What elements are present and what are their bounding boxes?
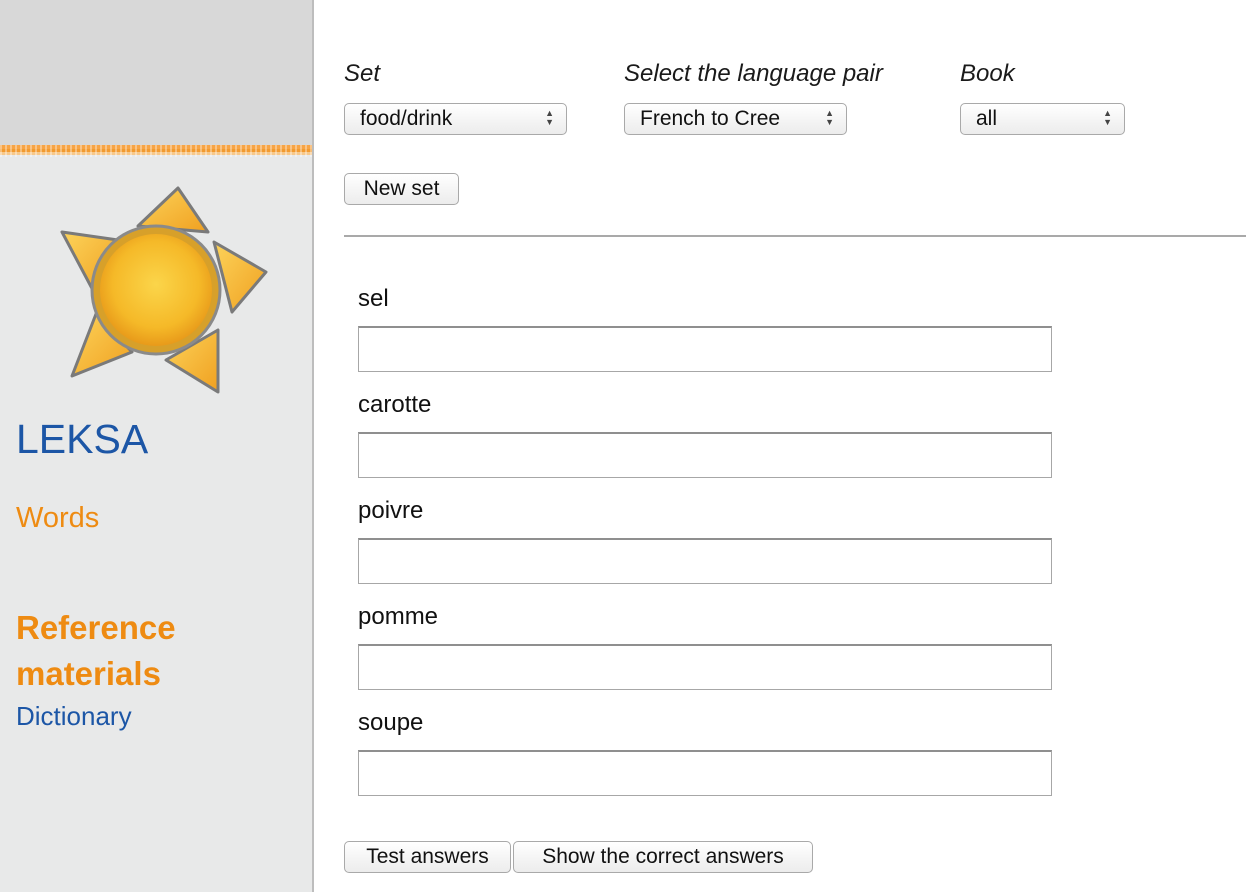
word-prompt: carotte (358, 391, 432, 418)
set-select-value: food/drink (360, 107, 453, 130)
word-prompt: soupe (358, 709, 424, 736)
answer-input[interactable] (358, 750, 1052, 796)
answer-input[interactable] (358, 644, 1052, 690)
language-pair-select[interactable]: French to Cree ▲ ▼ (624, 103, 847, 135)
word-prompt: sel (358, 285, 389, 312)
sidebar-header-panel (0, 0, 312, 145)
app-brand-title: LEKSA (16, 416, 149, 462)
select-arrows-icon: ▲ ▼ (825, 108, 834, 127)
language-pair-label: Select the language pair (624, 60, 883, 87)
sun-star-logo-icon (60, 186, 268, 394)
select-arrows-icon: ▲ ▼ (545, 108, 554, 127)
sidebar-link-dictionary[interactable]: Dictionary (16, 701, 132, 732)
sidebar: LEKSA Words Reference materials Dictiona… (0, 0, 314, 892)
book-select-value: all (976, 107, 998, 130)
answer-input[interactable] (358, 326, 1052, 372)
answer-input[interactable] (358, 538, 1052, 584)
horizontal-divider (344, 235, 1246, 237)
language-pair-select-value: French to Cree (640, 107, 781, 130)
set-label: Set (344, 60, 381, 87)
sidebar-heading-reference: Reference materials (16, 609, 176, 692)
sidebar-link-words[interactable]: Words (16, 502, 99, 535)
answer-input[interactable] (358, 432, 1052, 478)
book-select[interactable]: all ▲ ▼ (960, 103, 1125, 135)
show-correct-answers-button[interactable]: Show the correct answers (513, 841, 813, 873)
select-arrows-icon: ▲ ▼ (1103, 108, 1112, 127)
test-answers-button[interactable]: Test answers (344, 841, 511, 873)
orange-stripe-divider (0, 145, 312, 157)
word-prompt: poivre (358, 497, 424, 524)
word-prompt: pomme (358, 603, 439, 630)
set-select[interactable]: food/drink ▲ ▼ (344, 103, 567, 135)
book-label: Book (960, 60, 1015, 87)
new-set-button[interactable]: New set (344, 173, 459, 205)
